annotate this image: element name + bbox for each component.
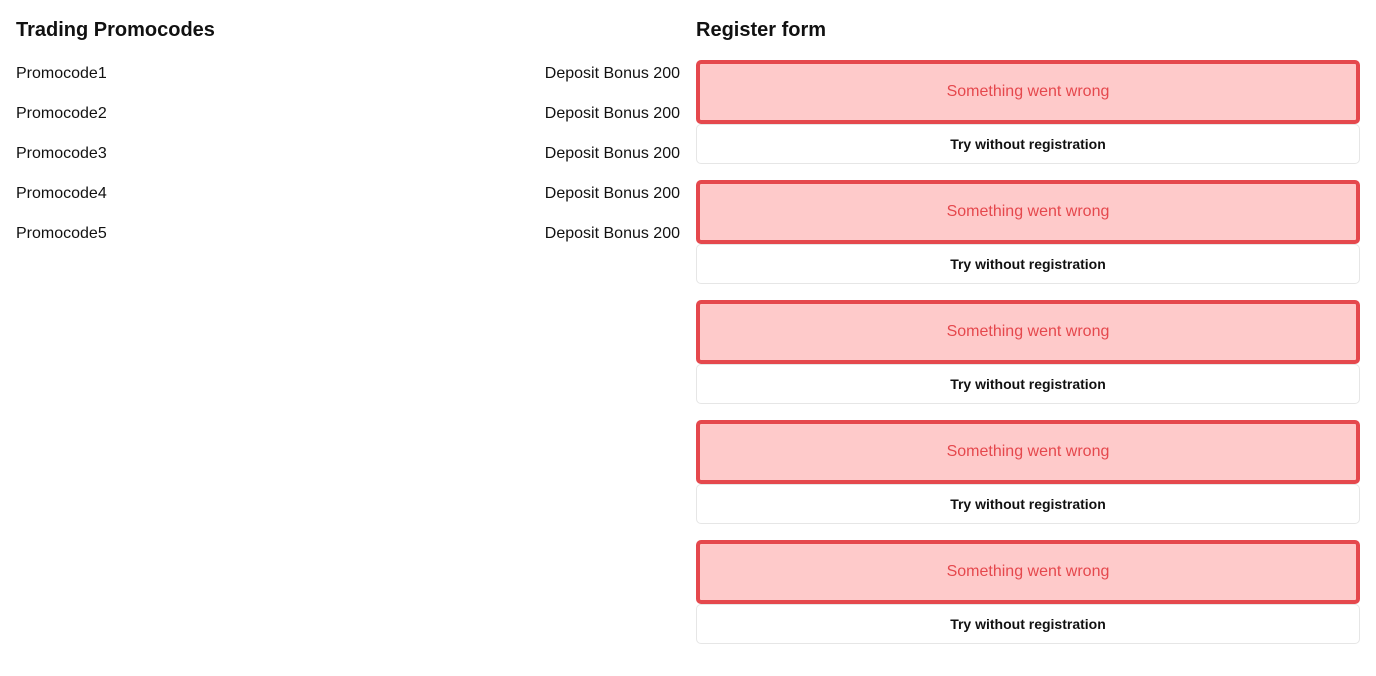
promocode-bonus: Deposit Bonus 200	[544, 185, 680, 202]
try-without-registration-button[interactable]: Try without registration	[696, 124, 1360, 164]
promocodes-section: Trading Promocodes Promocode1 Deposit Bo…	[16, 18, 680, 254]
promocodes-title: Trading Promocodes	[16, 19, 215, 41]
error-message: Something went wrong	[696, 420, 1360, 484]
register-form-list: Something went wrong Try without registr…	[696, 60, 1360, 644]
try-without-registration-button[interactable]: Try without registration	[696, 364, 1360, 404]
try-without-registration-button[interactable]: Try without registration	[696, 484, 1360, 524]
promocode-bonus: Deposit Bonus 200	[544, 145, 680, 162]
promocode-row: Promocode1 Deposit Bonus 200	[16, 54, 680, 94]
register-form: Something went wrong Try without registr…	[696, 540, 1360, 644]
promocode-row: Promocode5 Deposit Bonus 200	[16, 214, 680, 254]
promocode-code: Promocode5	[16, 225, 107, 242]
register-form: Something went wrong Try without registr…	[696, 60, 1360, 164]
error-message: Something went wrong	[696, 540, 1360, 604]
promocode-code: Promocode3	[16, 145, 107, 162]
promocode-code: Promocode1	[16, 65, 107, 82]
promocode-row: Promocode2 Deposit Bonus 200	[16, 94, 680, 134]
error-message: Something went wrong	[696, 300, 1360, 364]
promocode-list: Promocode1 Deposit Bonus 200 Promocode2 …	[16, 54, 680, 254]
page: Trading Promocodes Promocode1 Deposit Bo…	[0, 0, 1376, 676]
promocode-bonus: Deposit Bonus 200	[544, 105, 680, 122]
register-form: Something went wrong Try without registr…	[696, 420, 1360, 524]
promocode-code: Promocode2	[16, 105, 107, 122]
try-without-registration-button[interactable]: Try without registration	[696, 604, 1360, 644]
promocode-row: Promocode3 Deposit Bonus 200	[16, 134, 680, 174]
register-section: Register form Something went wrong Try w…	[696, 18, 1360, 660]
register-form: Something went wrong Try without registr…	[696, 300, 1360, 404]
error-message: Something went wrong	[696, 60, 1360, 124]
try-without-registration-button[interactable]: Try without registration	[696, 244, 1360, 284]
promocode-bonus: Deposit Bonus 200	[544, 225, 680, 242]
error-message: Something went wrong	[696, 180, 1360, 244]
promocode-row: Promocode4 Deposit Bonus 200	[16, 174, 680, 214]
register-title: Register form	[696, 19, 827, 41]
register-form: Something went wrong Try without registr…	[696, 180, 1360, 284]
promocode-bonus: Deposit Bonus 200	[544, 65, 680, 82]
promocode-code: Promocode4	[16, 185, 107, 202]
